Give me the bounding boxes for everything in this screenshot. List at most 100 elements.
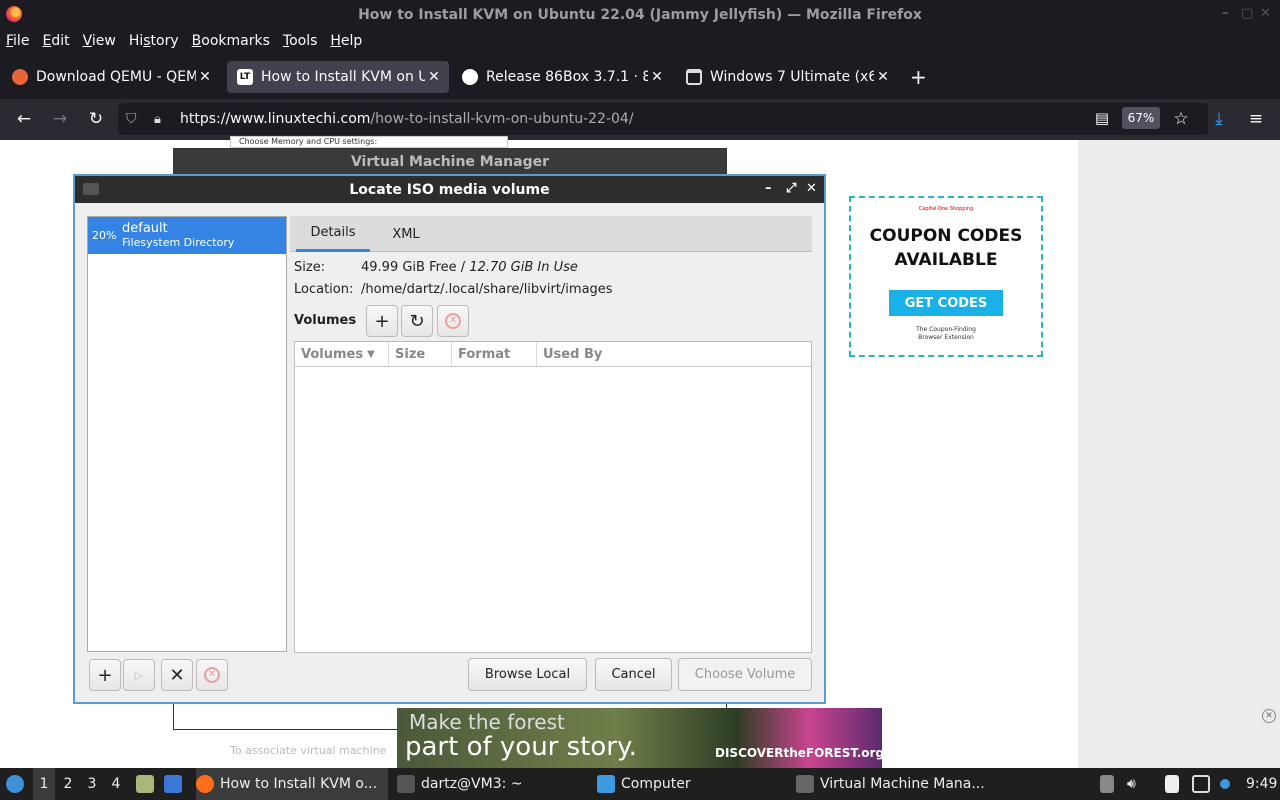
network-icon[interactable] (1192, 768, 1216, 800)
tab-close-icon[interactable]: ✕ (196, 69, 214, 85)
col-used-by[interactable]: Used By (537, 342, 811, 366)
browse-local-button[interactable]: Browse Local (468, 658, 587, 691)
page-footer-text: To associate virtual machine (230, 744, 387, 757)
pool-usage-percent: 20% (92, 229, 117, 242)
size-value: 49.99 GiB Free / 12.70 GiB In Use (361, 260, 578, 275)
delete-volume-button[interactable]: ✕ (437, 305, 469, 337)
workspace-4[interactable]: 4 (105, 768, 127, 800)
hamburger-menu-icon[interactable]: ≡ (1245, 109, 1267, 129)
menu-view[interactable]: View (83, 33, 116, 49)
terminal-icon (397, 775, 415, 793)
ad-brand: DISCOVERtheFOREST.org (715, 746, 885, 760)
tab-details[interactable]: Details (296, 216, 370, 252)
volume-icon[interactable]: 🔊︎ (1127, 768, 1136, 800)
ad-brand: Capital One Shopping (918, 206, 974, 212)
add-volume-button[interactable]: + (366, 305, 398, 337)
lt-icon: LT (237, 69, 253, 85)
qemu-icon (12, 69, 28, 85)
col-volumes[interactable]: Volumes ▼ (295, 342, 389, 366)
vmm-app-icon (83, 183, 99, 195)
tab-xml[interactable]: XML (386, 216, 426, 252)
task-terminal[interactable]: dartz@VM3: ~ (397, 768, 523, 800)
menu-bar: File Edit View History Bookmarks Tools H… (0, 29, 1280, 53)
ad-close-icon[interactable]: ✕ (1262, 709, 1276, 723)
tab-bar: Download QEMU - QEMU ✕ LT How to Install… (0, 53, 1280, 99)
notification-icon[interactable] (1220, 768, 1236, 800)
forest-ad-banner[interactable]: Make the forest part of your story. DISC… (397, 708, 885, 768)
reload-icon[interactable]: ↻ (85, 109, 107, 129)
task-computer[interactable]: Computer (597, 768, 691, 800)
tab-qemu[interactable]: Download QEMU - QEMU ✕ (2, 61, 220, 93)
firefox-icon (196, 775, 214, 793)
cancel-button[interactable]: Cancel (595, 658, 672, 691)
archive-icon (686, 69, 702, 85)
refresh-volumes-button[interactable]: ↻ (401, 305, 433, 337)
bookmark-star-icon[interactable]: ☆ (1170, 109, 1192, 129)
col-format[interactable]: Format (452, 342, 537, 366)
stop-icon: ✕ (445, 313, 461, 329)
workspace-2[interactable]: 2 (57, 768, 79, 800)
coupon-ad[interactable]: Capital One Shopping COUPON CODES AVAILAB… (849, 196, 1043, 357)
pool-type: Filesystem Directory (122, 236, 235, 249)
menu-history[interactable]: History (129, 33, 179, 49)
menu-bookmarks[interactable]: Bookmarks (192, 33, 270, 49)
start-menu-icon[interactable] (6, 768, 30, 800)
start-pool-button[interactable]: ▷ (123, 659, 155, 691)
new-tab-button[interactable]: + (910, 67, 927, 87)
task-firefox[interactable]: How to Install KVM o... (196, 768, 388, 800)
back-icon[interactable]: ← (13, 109, 35, 129)
maximize-icon[interactable]: ⤢ (786, 181, 796, 196)
pool-name: default (122, 221, 168, 236)
tab-close-icon[interactable]: ✕ (874, 69, 892, 85)
url-bar[interactable]: ⛉ 🔒︎ https://www.linuxtechi.com/how-to-i… (118, 103, 1208, 135)
clock[interactable]: 9:49 (1246, 768, 1277, 800)
github-icon (462, 69, 478, 85)
tab-close-icon[interactable]: ✕ (648, 69, 666, 85)
col-size[interactable]: Size (389, 342, 452, 366)
nav-bar: ← → ↻ ⛉ 🔒︎ https://www.linuxtechi.com/ho… (0, 99, 1280, 140)
taskbar: 1 2 3 4 How to Install KVM o... dartz@VM… (0, 768, 1280, 800)
reader-mode-icon[interactable]: ▤ (1091, 109, 1113, 127)
workspace-3[interactable]: 3 (81, 768, 103, 800)
size-label: Size: (294, 260, 326, 275)
workspace-switcher: 1 2 3 4 (33, 768, 127, 800)
dialog-titlebar: Locate ISO media volume – ⤢ ✕ (75, 176, 824, 203)
menu-file[interactable]: File (6, 33, 29, 49)
url-host: https://www.linuxtechi.com (180, 111, 371, 127)
vmm-app-icon (796, 775, 814, 793)
desktop-launcher-icon[interactable] (164, 768, 188, 800)
pool-item-default[interactable]: 20% default Filesystem Directory (88, 217, 286, 254)
location-value: /home/dartz/.local/share/libvirt/images (361, 282, 613, 297)
minimize-icon[interactable]: – (765, 181, 772, 196)
get-codes-button[interactable]: GET CODES (889, 290, 1003, 316)
shield-icon[interactable]: ⛉ (126, 111, 137, 127)
tab-86box[interactable]: Release 86Box 3.7.1 · 86Box ✕ (452, 61, 672, 93)
add-pool-button[interactable]: + (89, 659, 121, 691)
lock-icon[interactable]: 🔒︎ (154, 112, 161, 127)
sort-down-icon: ▼ (367, 348, 375, 360)
menu-help[interactable]: Help (330, 33, 362, 49)
forward-icon[interactable]: → (49, 109, 71, 129)
file-manager-launcher-icon[interactable] (136, 768, 160, 800)
workspace-1[interactable]: 1 (33, 768, 55, 800)
zoom-level[interactable]: 67% (1122, 107, 1160, 129)
stop-pool-button[interactable]: ✕ (161, 659, 193, 691)
tab-close-icon[interactable]: ✕ (425, 69, 443, 85)
ad-title: COUPON CODES AVAILABLE (869, 226, 1023, 270)
download-icon[interactable]: ⤓ (1208, 109, 1230, 129)
menu-tools[interactable]: Tools (283, 33, 318, 49)
tab-windows7[interactable]: Windows 7 Ultimate (x64) ✕ (676, 61, 898, 93)
close-icon[interactable]: ✕ (1260, 6, 1271, 21)
task-virt-manager[interactable]: Virtual Machine Mana... (796, 768, 985, 800)
maximize-icon[interactable]: ▢ (1241, 6, 1253, 21)
tray-update-icon[interactable] (1100, 768, 1120, 800)
location-label: Location: (294, 282, 354, 297)
volumes-label: Volumes (294, 313, 357, 328)
menu-edit[interactable]: Edit (42, 33, 69, 49)
choose-volume-button[interactable]: Choose Volume (678, 658, 812, 691)
clipboard-icon[interactable] (1165, 768, 1185, 800)
tab-kvm[interactable]: LT How to Install KVM on Ubuntu 22.04 ✕ (227, 61, 449, 93)
minimize-icon[interactable]: – (1222, 6, 1229, 21)
close-icon[interactable]: ✕ (806, 181, 817, 196)
delete-pool-button[interactable]: ✕ (196, 659, 228, 691)
